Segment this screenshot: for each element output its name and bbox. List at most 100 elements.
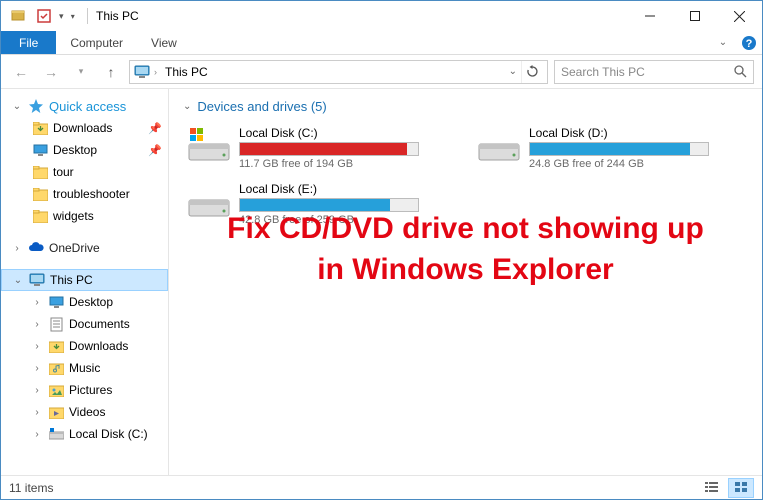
maximize-button[interactable]	[672, 2, 717, 30]
downloads-icon	[47, 340, 65, 353]
drive-free-text: 42.8 GB free of 259 GB	[239, 214, 439, 226]
minimize-button[interactable]	[627, 2, 672, 30]
chevron-right-icon[interactable]: ›	[31, 385, 43, 396]
qat-dropdown-icon[interactable]: ▾▾	[59, 5, 81, 27]
drive-name: Local Disk (D:)	[529, 126, 729, 140]
back-button[interactable]: ←	[9, 60, 33, 84]
search-placeholder: Search This PC	[561, 65, 645, 79]
onedrive-icon	[27, 242, 45, 254]
chevron-right-icon[interactable]: ›	[11, 243, 23, 254]
recent-dropdown-icon[interactable]: ▾	[69, 60, 93, 84]
sidebar-item-pc-documents[interactable]: › Documents	[1, 313, 168, 335]
sidebar-item-label: Videos	[69, 405, 162, 419]
help-icon[interactable]: ?	[736, 31, 762, 54]
search-input[interactable]: Search This PC	[554, 60, 754, 84]
ribbon-expand-icon[interactable]: ⌄	[710, 31, 736, 54]
sidebar-item-pc-downloads[interactable]: › Downloads	[1, 335, 168, 357]
tab-computer[interactable]: Computer	[56, 31, 137, 54]
chevron-right-icon[interactable]: ›	[31, 363, 43, 374]
tab-view[interactable]: View	[137, 31, 191, 54]
drive-usage-bar	[529, 142, 709, 156]
title-bar: ▾▾ This PC	[1, 1, 762, 31]
drive-icon	[187, 182, 231, 220]
breadcrumb-chevron-icon[interactable]: ›	[154, 67, 157, 77]
address-dropdown-icon[interactable]: ⌄	[509, 66, 517, 77]
videos-icon	[47, 406, 65, 419]
star-icon	[27, 98, 45, 114]
pc-icon	[132, 65, 152, 79]
close-button[interactable]	[717, 2, 762, 30]
refresh-button[interactable]	[521, 61, 543, 83]
svg-text:?: ?	[746, 38, 753, 50]
chevron-right-icon[interactable]: ›	[31, 297, 43, 308]
sidebar-item-this-pc[interactable]: ⌄ This PC	[1, 269, 168, 291]
tiles-view-button[interactable]	[728, 478, 754, 498]
breadcrumb[interactable]: This PC	[159, 65, 215, 79]
sidebar-item-troubleshooter[interactable]: troubleshooter	[1, 183, 168, 205]
pin-icon: 📌	[148, 122, 162, 135]
sidebar-item-quick-access[interactable]: ⌄ Quick access	[1, 95, 168, 117]
sidebar-item-pc-videos[interactable]: › Videos	[1, 401, 168, 423]
pc-icon	[28, 273, 46, 287]
overlay-line2: in Windows Explorer	[317, 253, 613, 286]
downloads-icon	[31, 122, 49, 135]
drive-icon	[477, 126, 521, 164]
drive-name: Local Disk (E:)	[239, 182, 439, 196]
drive-e[interactable]: Local Disk (E:) 42.8 GB free of 259 GB	[183, 178, 443, 230]
drive-usage-bar	[239, 142, 419, 156]
sidebar-item-downloads[interactable]: Downloads 📌	[1, 117, 168, 139]
sidebar-item-label: troubleshooter	[53, 187, 162, 201]
drive-c[interactable]: Local Disk (C:) 11.7 GB free of 194 GB	[183, 122, 443, 174]
pictures-icon	[47, 384, 65, 397]
chevron-down-icon[interactable]: ⌄	[11, 101, 23, 112]
sidebar-item-label: Desktop	[69, 295, 162, 309]
qat-properties-icon[interactable]	[33, 5, 55, 27]
chevron-right-icon[interactable]: ›	[31, 341, 43, 352]
sidebar-item-tour[interactable]: tour	[1, 161, 168, 183]
sidebar-item-label: Desktop	[53, 143, 144, 157]
sidebar-item-pc-desktop[interactable]: › Desktop	[1, 291, 168, 313]
drive-icon	[47, 428, 65, 440]
up-button[interactable]: ↑	[99, 60, 123, 84]
sidebar-item-label: Music	[69, 361, 162, 375]
folder-icon	[31, 188, 49, 201]
documents-icon	[47, 317, 65, 332]
sidebar-item-widgets[interactable]: widgets	[1, 205, 168, 227]
sidebar-item-label: Downloads	[69, 339, 162, 353]
details-view-button[interactable]	[698, 478, 724, 498]
drive-icon	[187, 126, 231, 164]
drive-usage-bar	[239, 198, 419, 212]
status-bar: 11 items	[1, 475, 762, 499]
chevron-right-icon[interactable]: ›	[31, 407, 43, 418]
drive-name: Local Disk (C:)	[239, 126, 439, 140]
breadcrumb-label: This PC	[165, 65, 208, 79]
search-icon	[734, 65, 747, 78]
chevron-right-icon[interactable]: ›	[31, 319, 43, 330]
content-pane: ⌄ Devices and drives (5) Local Disk (C:)…	[169, 89, 762, 475]
sidebar-item-label: Quick access	[49, 99, 162, 114]
section-header[interactable]: ⌄ Devices and drives (5)	[183, 99, 748, 114]
sidebar-item-onedrive[interactable]: › OneDrive	[1, 237, 168, 259]
sidebar-item-pc-music[interactable]: › Music	[1, 357, 168, 379]
section-title: Devices and drives (5)	[197, 99, 326, 114]
desktop-icon	[31, 144, 49, 157]
chevron-down-icon[interactable]: ⌄	[183, 101, 191, 112]
address-field[interactable]: › This PC ⌄	[129, 60, 548, 84]
drive-d[interactable]: Local Disk (D:) 24.8 GB free of 244 GB	[473, 122, 733, 174]
music-icon	[47, 362, 65, 375]
chevron-right-icon[interactable]: ›	[31, 429, 43, 440]
sidebar-item-desktop[interactable]: Desktop 📌	[1, 139, 168, 161]
navigation-pane: ⌄ Quick access Downloads 📌 Desktop 📌 tou…	[1, 89, 169, 475]
chevron-down-icon[interactable]: ⌄	[12, 275, 24, 286]
app-icon	[7, 5, 29, 27]
sidebar-item-pc-pictures[interactable]: › Pictures	[1, 379, 168, 401]
drive-free-text: 11.7 GB free of 194 GB	[239, 158, 439, 170]
ribbon-tabs: File Computer View ⌄ ?	[1, 31, 762, 55]
sidebar-item-label: Downloads	[53, 121, 144, 135]
sidebar-item-label: widgets	[53, 209, 162, 223]
sidebar-item-pc-localc[interactable]: › Local Disk (C:)	[1, 423, 168, 445]
tab-file[interactable]: File	[1, 31, 56, 54]
status-item-count: 11 items	[9, 481, 53, 495]
forward-button[interactable]: →	[39, 60, 63, 84]
desktop-icon	[47, 296, 65, 309]
